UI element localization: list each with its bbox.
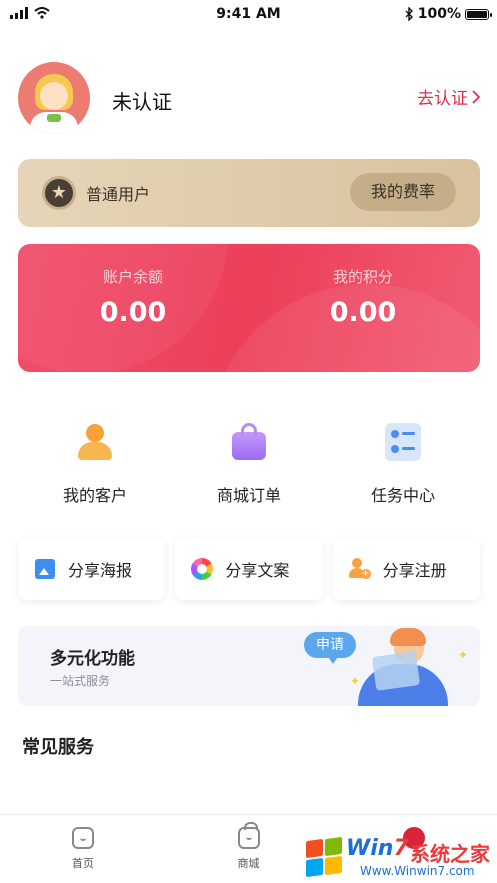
task-icon — [385, 423, 421, 461]
my-points[interactable]: 我的积分 0.00 — [248, 266, 478, 328]
tab-home[interactable]: 首页 — [0, 815, 166, 883]
my-rate-button[interactable]: 我的费率 — [350, 173, 456, 211]
chevron-right-icon — [472, 89, 480, 104]
account-balance-label: 账户余额 — [102, 268, 163, 286]
mall-icon — [237, 822, 260, 849]
verify-link[interactable]: 去认证 — [417, 84, 480, 109]
apply-bubble: 申请 — [304, 632, 356, 664]
add-user-icon: + — [348, 558, 371, 580]
quick-item-orders[interactable]: 商城订单 — [172, 420, 326, 510]
banner-title: 多元化功能 — [50, 649, 135, 669]
star-icon: ★ — [42, 176, 76, 210]
profile-header: 未认证 去认证 — [18, 62, 480, 136]
banner-subtitle: 一站式服务 — [50, 674, 111, 688]
section-title: 常见服务 — [22, 737, 94, 758]
quick-item-label: 任务中心 — [370, 486, 435, 505]
watermark-brand-cn: 系统之家 — [410, 842, 490, 866]
quick-item-label: 我的客户 — [62, 486, 127, 505]
battery-icon — [465, 8, 492, 20]
bluetooth-icon — [405, 7, 413, 21]
customer-icon — [75, 422, 115, 462]
quick-item-label: 商城订单 — [216, 486, 281, 505]
feature-banner[interactable]: 多元化功能 一站式服务 ✦ ✦ 申请 — [18, 626, 480, 706]
watermark: Win7 系统之家 Www.Winwin7.com — [300, 826, 497, 883]
status-bar: 9:41 AM 100% — [0, 0, 497, 30]
my-points-label: 我的积分 — [332, 268, 393, 286]
quick-item-customers[interactable]: 我的客户 — [18, 420, 172, 510]
share-actions: 分享海报 分享文案 + 分享注册 — [18, 538, 480, 600]
share-poster-button[interactable]: 分享海报 — [18, 538, 166, 600]
sparkle-icon: ✦ — [458, 648, 469, 662]
account-balance-value: 0.00 — [99, 297, 167, 328]
watermark-brand: Win7 — [346, 836, 409, 861]
quick-actions: 我的客户 商城订单 任务中心 — [18, 420, 480, 510]
quick-item-tasks[interactable]: 任务中心 — [326, 420, 480, 510]
watermark-url: Www.Winwin7.com — [360, 864, 475, 878]
home-icon — [71, 827, 94, 849]
aperture-icon — [191, 558, 214, 580]
share-copy-button[interactable]: 分享文案 — [175, 538, 323, 600]
verify-label: 去认证 — [417, 89, 468, 109]
share-label: 分享海报 — [68, 561, 133, 580]
account-balance[interactable]: 账户余额 0.00 — [18, 266, 248, 328]
member-level: 普通用户 — [86, 185, 151, 204]
balance-card: 账户余额 0.00 我的积分 0.00 — [18, 244, 480, 372]
my-points-value: 0.00 — [329, 297, 397, 328]
member-card: ★ 普通用户 我的费率 — [18, 159, 480, 227]
share-label: 分享文案 — [225, 561, 290, 580]
image-icon — [35, 559, 55, 579]
tab-label: 首页 — [71, 857, 94, 870]
user-name: 未认证 — [112, 90, 172, 114]
share-label: 分享注册 — [382, 561, 447, 580]
avatar[interactable] — [18, 62, 90, 134]
windows-logo-icon — [304, 836, 344, 878]
shopping-bag-icon — [230, 423, 268, 461]
share-register-button[interactable]: + 分享注册 — [332, 538, 480, 600]
sparkle-icon: ✦ — [350, 674, 361, 688]
status-right: 100% — [405, 6, 492, 22]
battery-percent: 100% — [417, 6, 461, 22]
